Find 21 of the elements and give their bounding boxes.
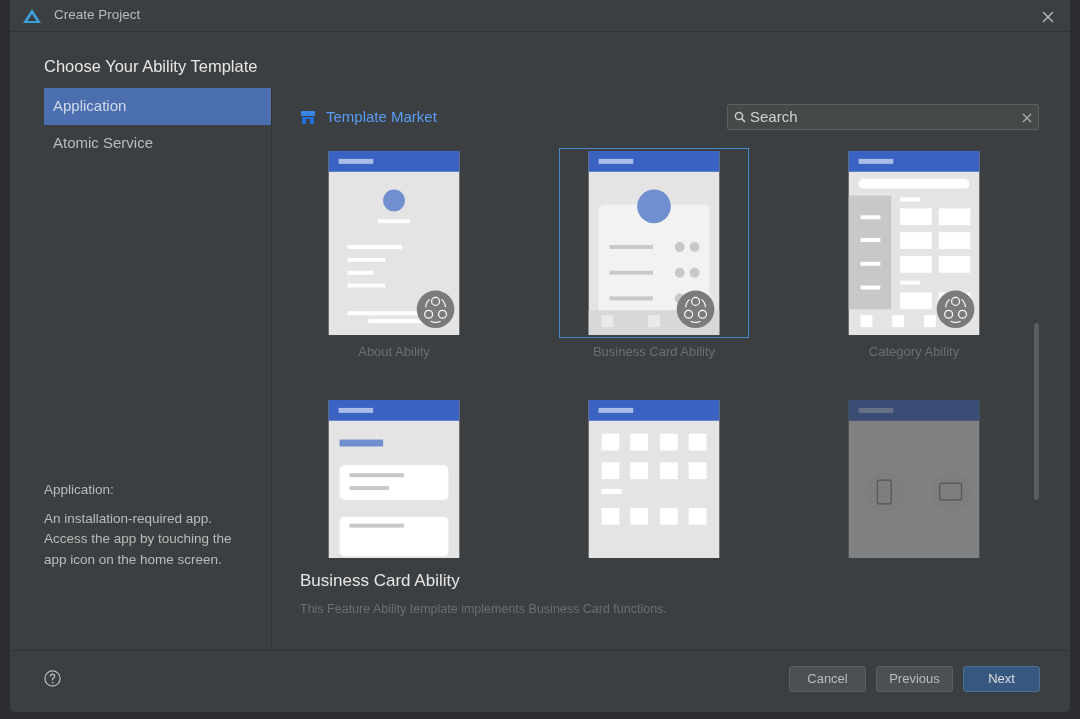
description-text: An installation-required app. Access the app by touching the app icon on the home screen.: [44, 509, 233, 569]
template-market-link[interactable]: Template Market: [326, 105, 437, 129]
search-icon: [734, 111, 746, 123]
dialog-button[interactable]: Next: [963, 665, 1040, 692]
dialog-heading: Choose Your Ability Template: [44, 57, 258, 75]
scrollbar[interactable]: [1034, 323, 1039, 500]
app-logo-icon: [22, 7, 42, 24]
close-icon: [1022, 113, 1032, 123]
sidebar-item[interactable]: Application: [44, 88, 271, 125]
template-title: Business Card Ability: [299, 570, 461, 592]
search-field[interactable]: Search: [727, 104, 1039, 130]
dialog-button[interactable]: Previous: [876, 665, 953, 692]
window-title: Create Project: [54, 6, 141, 25]
description-title: Application:: [44, 481, 115, 499]
dialog-button[interactable]: Cancel: [789, 665, 866, 692]
template-thumbnail[interactable]: [559, 148, 749, 338]
search-input[interactable]: Search: [746, 105, 1022, 129]
help-icon[interactable]: [44, 670, 61, 687]
sidebar-item[interactable]: Atomic Service: [44, 124, 271, 161]
store-icon: [300, 109, 316, 125]
close-icon: [1042, 10, 1054, 23]
